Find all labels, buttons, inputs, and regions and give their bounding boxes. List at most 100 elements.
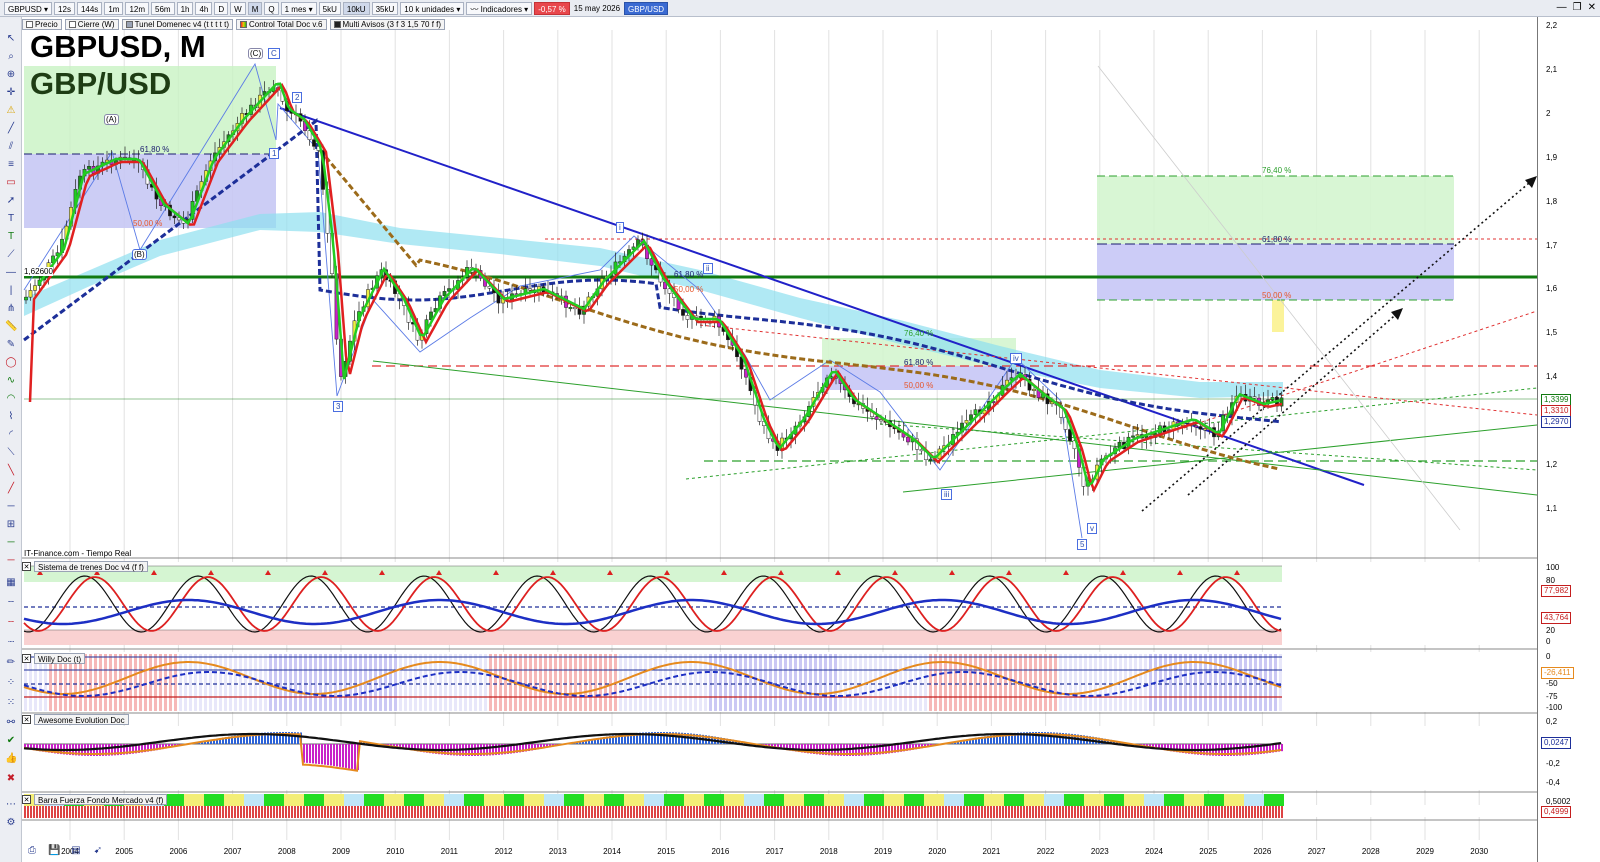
- awesome-bar: [306, 744, 308, 763]
- willy-bar: [1239, 654, 1242, 711]
- template-icon[interactable]: ▤: [70, 845, 82, 857]
- force-red-bar: [39, 806, 41, 818]
- force-red-bar: [927, 806, 929, 818]
- price-chart[interactable]: [0, 0, 1600, 862]
- close-panel-icon[interactable]: ✕: [22, 562, 31, 571]
- force-red-bar: [1134, 806, 1136, 818]
- force-red-bar: [1239, 806, 1241, 818]
- force-red-bar: [1095, 806, 1097, 818]
- force-red-bar: [531, 806, 533, 818]
- force-red-bar: [762, 806, 764, 818]
- barra-header: ✕ Barra Fuerza Fondo Mercado v4 (f): [22, 794, 168, 805]
- data-source: IT-Finance.com - Tiempo Real: [24, 549, 132, 558]
- force-red-bar: [552, 806, 554, 818]
- willy-bar: [369, 654, 372, 711]
- force-red-bar: [1116, 806, 1118, 818]
- force-red-bar: [1191, 806, 1193, 818]
- candle-body: [1270, 397, 1275, 401]
- force-red-bar: [27, 806, 29, 818]
- force-red-bar: [546, 806, 548, 818]
- force-red-bar: [525, 806, 527, 818]
- cursor-mode-icon[interactable]: ➹: [92, 845, 104, 857]
- force-red-bar: [1260, 806, 1262, 818]
- force-red-bar: [966, 806, 968, 818]
- trenes-label[interactable]: Sistema de trenes Doc v4 (f f): [34, 561, 148, 572]
- force-red-bar: [804, 806, 806, 818]
- trenes-tag-1: 77,982: [1541, 585, 1572, 597]
- force-red-bar: [180, 806, 182, 818]
- willy-bar: [1149, 654, 1152, 711]
- force-red-bar: [495, 806, 497, 818]
- willy-bar: [124, 654, 127, 711]
- force-red-bar: [582, 806, 584, 818]
- force-red-bar: [855, 806, 857, 818]
- willy-bar: [209, 654, 212, 711]
- force-red-bar: [102, 806, 104, 818]
- print-icon[interactable]: ⎙: [26, 845, 38, 857]
- force-red-bar: [540, 806, 542, 818]
- willy-bar: [484, 654, 487, 711]
- force-red-bar: [237, 806, 239, 818]
- willy-bar: [964, 654, 967, 711]
- force-red-bar: [51, 806, 53, 818]
- force-red-bar: [165, 806, 167, 818]
- force-red-bar: [96, 806, 98, 818]
- awesome-bar: [330, 744, 332, 766]
- willy-bar: [1069, 654, 1072, 711]
- willy-bar: [974, 654, 977, 711]
- willy-bar: [669, 654, 672, 711]
- force-red-bar: [891, 806, 893, 818]
- force-red-bar: [24, 806, 26, 818]
- force-red-bar: [861, 806, 863, 818]
- willy-bar: [234, 654, 237, 711]
- force-red-bar: [1074, 806, 1076, 818]
- force-red-bar: [285, 806, 287, 818]
- force-bar: [964, 794, 984, 806]
- candle-body: [1135, 434, 1140, 437]
- willy-bar: [584, 654, 587, 711]
- close-panel-icon[interactable]: ✕: [22, 654, 31, 663]
- price-axis[interactable]: [1537, 17, 1600, 862]
- willy-bar: [469, 654, 472, 711]
- willy-bar: [1169, 654, 1172, 711]
- force-red-bar: [324, 806, 326, 818]
- wave-label-c-paren: (C): [248, 48, 264, 59]
- force-red-bar: [726, 806, 728, 818]
- force-red-bar: [312, 806, 314, 818]
- close-panel-icon[interactable]: ✕: [22, 795, 31, 804]
- awesome-bar: [348, 744, 350, 769]
- awesome-label[interactable]: Awesome Evolution Doc: [34, 714, 129, 725]
- close-panel-icon[interactable]: ✕: [22, 715, 31, 724]
- willy-bar: [1229, 654, 1232, 711]
- force-red-bar: [216, 806, 218, 818]
- force-red-bar: [111, 806, 113, 818]
- willy-bar: [659, 654, 662, 711]
- force-red-bar: [1068, 806, 1070, 818]
- willy-bar: [104, 654, 107, 711]
- willy-bar: [99, 654, 102, 711]
- candle-body: [1131, 435, 1135, 438]
- awesome-tick-02: 0,2: [1546, 717, 1558, 726]
- fib-label-2014-50: 50,00 %: [674, 285, 704, 294]
- force-red-bar: [900, 806, 902, 818]
- force-red-bar: [639, 806, 641, 818]
- willy-bar: [1109, 654, 1112, 711]
- force-red-bar: [621, 806, 623, 818]
- force-red-bar: [378, 806, 380, 818]
- force-bar: [884, 794, 904, 806]
- fib-label-mid-618: 61,80 %: [904, 358, 934, 367]
- force-red-bar: [1167, 806, 1169, 818]
- save-icon[interactable]: 💾: [48, 845, 60, 857]
- force-red-bar: [264, 806, 266, 818]
- force-red-bar: [477, 806, 479, 818]
- willy-bar: [1059, 654, 1062, 711]
- willy-bar: [529, 654, 532, 711]
- barra-label[interactable]: Barra Fuerza Fondo Mercado v4 (f): [34, 794, 168, 805]
- willy-label[interactable]: Willy Doc (t): [34, 653, 86, 664]
- candle-body: [528, 288, 532, 291]
- force-red-bar: [381, 806, 383, 818]
- force-red-bar: [294, 806, 296, 818]
- force-bar: [204, 794, 224, 806]
- willy-bar: [1249, 654, 1252, 711]
- force-red-bar: [822, 806, 824, 818]
